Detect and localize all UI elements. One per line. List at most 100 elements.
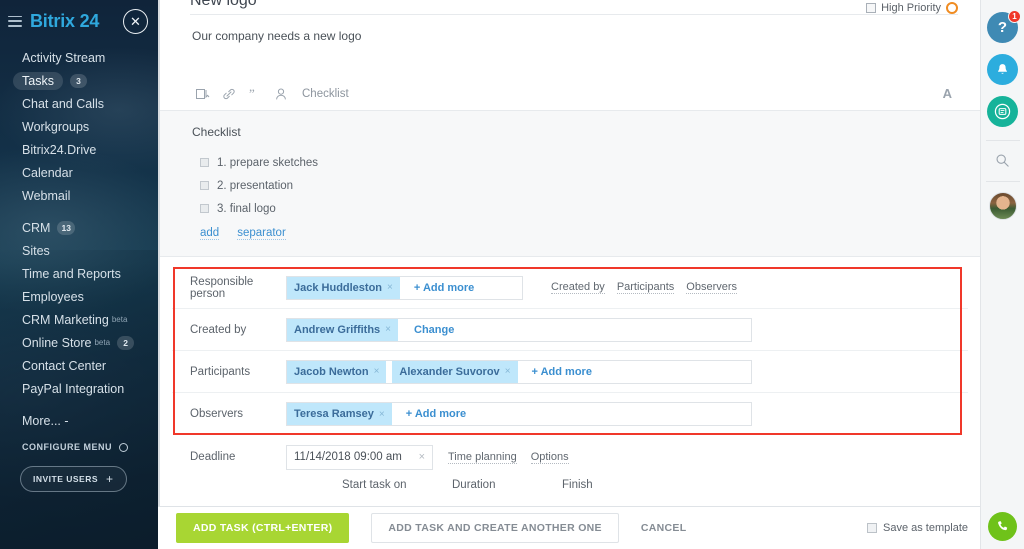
add-more-button[interactable]: + Add more	[414, 282, 474, 294]
sidebar-item-label: Chat and Calls	[22, 96, 104, 111]
created-by-row: Created by Andrew Griffiths × Change	[172, 309, 968, 351]
observers-field[interactable]: Teresa Ramsey × + Add more	[286, 402, 752, 426]
quick-link-created-by[interactable]: Created by	[551, 281, 605, 294]
person-chip[interactable]: Alexander Suvorov ×	[392, 360, 518, 383]
bitrix24-logo[interactable]: Bitrix 24	[30, 11, 99, 32]
gear-icon[interactable]	[119, 442, 128, 452]
sidebar-item-time-and-reports[interactable]: Time and Reports	[0, 262, 158, 285]
sidebar-item-chat-and-calls[interactable]: Chat and Calls	[0, 92, 158, 115]
add-task-and-create-another-button[interactable]: ADD TASK AND CREATE ANOTHER ONE	[371, 513, 619, 543]
sidebar-item-tasks[interactable]: Tasks 3	[0, 69, 158, 92]
checklist-item-checkbox[interactable]	[200, 158, 209, 167]
page-title: New logo	[190, 0, 257, 9]
sidebar-item-calendar[interactable]: Calendar	[0, 161, 158, 184]
deadline-input[interactable]: 11/14/2018 09:00 am ×	[286, 444, 433, 470]
help-button[interactable]: ? 1	[987, 10, 1021, 43]
person-chip-name: Andrew Griffiths	[294, 323, 381, 336]
search-button[interactable]	[981, 141, 1024, 179]
attach-file-icon[interactable]	[190, 83, 216, 105]
person-chip[interactable]: Andrew Griffiths ×	[287, 318, 399, 341]
sidebar-item-label: Online Store	[22, 335, 92, 350]
participants-field[interactable]: Jacob Newton × Alexander Suvorov × + Add…	[286, 359, 752, 384]
checklist-item-label: 2. presentation	[217, 179, 294, 192]
sidebar-item-label: CRM	[22, 220, 51, 235]
close-icon[interactable]: ×	[419, 451, 425, 463]
checklist-separator-link[interactable]: separator	[237, 227, 286, 240]
sidebar-item-label: PayPal Integration	[22, 381, 125, 396]
deadline-value: 11/14/2018 09:00 am	[294, 451, 402, 463]
phone-call-button[interactable]	[988, 512, 1017, 541]
person-chip-name: Jack Huddleston	[294, 281, 383, 294]
invite-users-button[interactable]: INVITE USERS +	[20, 466, 127, 492]
sidebar-item-webmail[interactable]: Webmail	[0, 184, 158, 207]
sidebar-item-label: Time and Reports	[22, 266, 121, 281]
close-icon[interactable]: ×	[387, 282, 393, 293]
change-button[interactable]: Change	[414, 324, 454, 336]
sidebar-item-crm[interactable]: CRM 13	[0, 216, 158, 239]
cancel-button[interactable]: CANCEL	[641, 522, 687, 534]
sidebar-item-label: More... -	[22, 413, 69, 428]
created-by-field[interactable]: Andrew Griffiths × Change	[286, 317, 752, 342]
person-chip[interactable]: Teresa Ramsey ×	[287, 403, 392, 425]
deadline-links: Time planning Options	[448, 451, 569, 464]
sidebar-item-more[interactable]: More... -	[0, 409, 158, 432]
font-format-icon[interactable]: A	[943, 86, 958, 101]
sidebar-item-activity-stream[interactable]: Activity Stream	[0, 46, 158, 69]
quote-icon[interactable]: ”	[242, 83, 268, 105]
save-as-template-checkbox[interactable]	[867, 523, 877, 533]
sidebar-item-workgroups[interactable]: Workgroups	[0, 115, 158, 138]
checklist-item-checkbox[interactable]	[200, 181, 209, 190]
close-icon[interactable]: ✕	[123, 8, 148, 34]
sidebar-item-online-store[interactable]: Online Store beta 2	[0, 331, 158, 354]
close-icon[interactable]: ×	[385, 324, 391, 335]
checklist-item[interactable]: 2. presentation	[192, 174, 980, 197]
configure-menu-label: CONFIGURE MENU	[22, 442, 112, 452]
checklist-item[interactable]: 1. prepare sketches	[192, 151, 980, 174]
person-chip-name: Jacob Newton	[294, 365, 369, 378]
close-icon[interactable]: ×	[374, 366, 380, 377]
sidebar-item-contact-center[interactable]: Contact Center	[0, 354, 158, 377]
sidebar-item-bitrix24-drive[interactable]: Bitrix24.Drive	[0, 138, 158, 161]
close-icon[interactable]: ×	[505, 366, 511, 377]
hamburger-menu-icon[interactable]	[8, 15, 22, 27]
sidebar-item-employees[interactable]: Employees	[0, 285, 158, 308]
save-as-template-toggle[interactable]: Save as template	[867, 522, 980, 534]
participants-label: Participants	[190, 365, 251, 378]
sidebar-item-paypal-integration[interactable]: PayPal Integration	[0, 377, 158, 400]
phone-call-icon	[998, 521, 1008, 531]
options-link[interactable]: Options	[530, 451, 569, 464]
toolbar-checklist-button[interactable]: Checklist	[302, 88, 349, 100]
priority-checkbox[interactable]	[866, 3, 877, 13]
sidebar-item-label: Webmail	[22, 188, 71, 203]
checklist-item-label: 3. final logo	[217, 202, 276, 215]
task-description[interactable]: Our company needs a new logo	[160, 15, 980, 43]
high-priority-toggle[interactable]: High Priority	[866, 2, 958, 14]
sidebar-item-sites[interactable]: Sites	[0, 239, 158, 262]
quick-link-participants[interactable]: Participants	[616, 281, 675, 294]
person-chip[interactable]: Jack Huddleston ×	[287, 276, 400, 299]
responsible-person-field[interactable]: Jack Huddleston × + Add more	[286, 275, 523, 300]
quick-link-observers[interactable]: Observers	[686, 281, 738, 294]
checklist-add-link[interactable]: add	[200, 227, 220, 240]
add-more-button[interactable]: + Add more	[406, 408, 466, 420]
sidebar-item-crm-marketing[interactable]: CRM Marketing beta	[0, 308, 158, 331]
add-more-button[interactable]: + Add more	[532, 366, 592, 378]
checklist-item-checkbox[interactable]	[200, 204, 209, 213]
main-area: New logo High Priority Our company needs…	[158, 0, 1024, 549]
chat-button[interactable]	[987, 96, 1018, 127]
observers-label: Observers	[190, 408, 244, 420]
close-icon[interactable]: ×	[379, 409, 385, 420]
logo-text-accent: 24	[79, 10, 100, 31]
person-chip[interactable]: Jacob Newton ×	[287, 360, 387, 383]
mention-user-icon[interactable]	[268, 83, 294, 105]
sidebar-item-label: Contact Center	[22, 358, 107, 373]
notifications-button[interactable]	[987, 54, 1018, 85]
configure-menu-button[interactable]: CONFIGURE MENU	[0, 442, 158, 452]
checklist-item[interactable]: 3. final logo	[192, 197, 980, 220]
add-task-button[interactable]: ADD TASK (CTRL+ENTER)	[176, 513, 350, 543]
form-action-bar: ADD TASK (CTRL+ENTER) ADD TASK AND CREAT…	[158, 506, 980, 549]
time-planning-link[interactable]: Time planning	[448, 451, 517, 464]
user-avatar[interactable]	[988, 192, 1017, 220]
link-icon[interactable]	[216, 83, 242, 105]
